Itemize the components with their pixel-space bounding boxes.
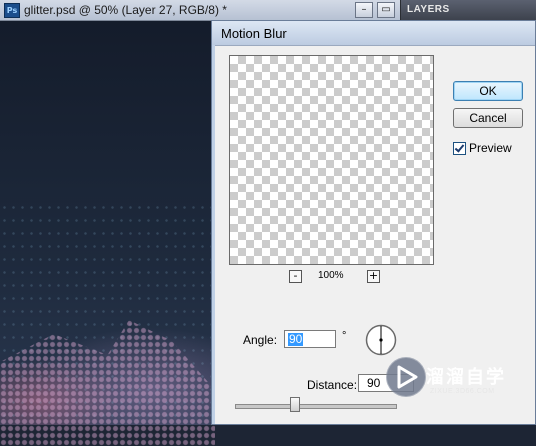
document-title: glitter.psd @ 50% (Layer 27, RGB/8) * <box>24 3 227 17</box>
preview-checkbox-label: Preview <box>469 141 512 155</box>
layers-panel-tab[interactable]: LAYERS <box>400 0 536 20</box>
zoom-percent: 100% <box>318 270 344 281</box>
distance-label: Distance: <box>307 378 358 392</box>
degree-symbol: ° <box>342 330 347 342</box>
angle-label: Angle: <box>243 333 278 347</box>
zoom-in-button[interactable]: + <box>367 270 380 283</box>
preview-checkbox[interactable] <box>453 142 466 155</box>
glitter-artwork <box>0 320 215 446</box>
dialog-title: Motion Blur <box>221 26 287 41</box>
layers-tab-label: LAYERS <box>407 4 450 15</box>
dialog-titlebar[interactable]: Motion Blur <box>212 21 535 45</box>
photoshop-icon: Ps <box>4 3 20 18</box>
zoom-out-button[interactable]: - <box>289 270 302 283</box>
watermark: 溜溜自学 ZIXUE.3D66.COM <box>386 357 536 403</box>
filter-preview[interactable] <box>229 55 434 265</box>
watermark-logo-icon <box>386 357 426 397</box>
distance-slider-thumb[interactable] <box>289 397 300 412</box>
watermark-url: ZIXUE.3D66.COM <box>430 388 495 395</box>
angle-dial[interactable] <box>365 324 397 356</box>
watermark-text: 溜溜自学 <box>426 367 506 388</box>
cancel-button[interactable]: Cancel <box>453 108 523 128</box>
restore-button[interactable]: ▭ <box>377 2 395 18</box>
angle-input[interactable]: 90 <box>284 330 336 348</box>
ok-button[interactable]: OK <box>453 81 523 101</box>
distance-slider-track[interactable] <box>235 404 397 409</box>
angle-value: 90 <box>288 332 304 346</box>
minimize-button[interactable]: – <box>355 2 373 18</box>
